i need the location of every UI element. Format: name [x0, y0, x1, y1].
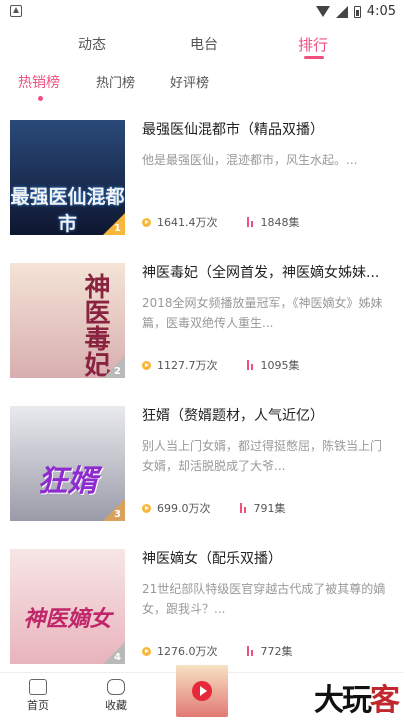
ranking-subtabs: 热销榜 热门榜 好评榜 — [0, 62, 404, 102]
book-title[interactable]: 神医嫡女（配乐双播） — [142, 549, 392, 569]
book-description: 别人当上门女婿，都过得挺憋屈，陈铁当上门女婿，却活脱脱成了大爷... — [142, 439, 383, 473]
list-item[interactable]: 神医嫡女 4 神医嫡女（配乐双播） 21世纪部队特级医官穿越古代成了被其尊的嫡女… — [0, 549, 404, 681]
status-time: 4:05 — [366, 4, 396, 19]
episode-count: 791集 — [253, 502, 286, 515]
nav-home[interactable]: 首页 — [18, 679, 58, 713]
play-count: 699.0万次 — [157, 502, 211, 515]
book-description: 他是最强医仙，混迹都市，风生水起。... — [142, 153, 358, 167]
tab-dynamic[interactable]: 动态 — [78, 34, 106, 54]
episode-icon — [246, 217, 255, 227]
play-count: 1127.7万次 — [157, 359, 218, 372]
play-icon — [192, 681, 212, 701]
tab-active-indicator — [304, 56, 324, 59]
book-title[interactable]: 最强医仙混都市（精品双播） — [142, 120, 392, 140]
episode-icon — [246, 360, 255, 370]
episode-icon — [239, 503, 248, 513]
rank-crown-icon: 4 — [101, 642, 125, 664]
list-item[interactable]: 最强医仙混都市 1 最强医仙混都市（精品双播） 他是最强医仙，混迹都市，风生水起… — [0, 120, 404, 252]
subtab-active-dot — [38, 96, 43, 101]
book-description: 2018全网女频播放量冠军，《神医嫡女》姊妹篇，医毒双绝传人重生... — [142, 296, 383, 330]
rank-crown-icon: 3 — [101, 499, 125, 521]
top-nav: 动态 电台 排行 — [0, 24, 404, 62]
status-bar: 4:05 — [0, 0, 404, 24]
book-title[interactable]: 狂婿（赘婿题材，人气近亿） — [142, 406, 392, 426]
list-item[interactable]: 神医毒妃 2 神医毒妃（全网首发，神医嫡女姊妹... 2018全网女频播放量冠军… — [0, 263, 404, 395]
book-cover[interactable]: 神医毒妃 2 — [10, 263, 125, 378]
episode-count: 1848集 — [260, 216, 300, 229]
book-cover[interactable]: 狂婿 3 — [10, 406, 125, 521]
play-count-icon — [142, 646, 151, 656]
rank-crown-icon: 2 — [101, 356, 125, 378]
book-title[interactable]: 神医毒妃（全网首发，神医嫡女姊妹... — [142, 263, 392, 283]
tab-radio[interactable]: 电台 — [190, 34, 218, 54]
signal-icon — [335, 5, 348, 18]
episode-count: 1095集 — [260, 359, 300, 372]
episode-count: 772集 — [260, 645, 293, 658]
play-count-icon — [142, 360, 151, 370]
subtab-top-rated[interactable]: 好评榜 — [170, 72, 209, 91]
subtab-bestseller[interactable]: 热销榜 — [18, 72, 60, 92]
book-description: 21世纪部队特级医官穿越古代成了被其尊的嫡女，跟我斗？... — [142, 582, 386, 616]
book-cover[interactable]: 最强医仙混都市 1 — [10, 120, 125, 235]
battery-icon — [353, 5, 361, 18]
list-item[interactable]: 狂婿 3 狂婿（赘婿题材，人气近亿） 别人当上门女婿，都过得挺憋屈，陈铁当上门女… — [0, 406, 404, 538]
bottom-nav: 首页 收藏 大玩客 — [0, 665, 404, 721]
watermark-logo: 大玩客 — [314, 683, 400, 718]
episode-icon — [246, 646, 255, 656]
nav-favorites[interactable]: 收藏 — [96, 679, 136, 713]
book-cover[interactable]: 神医嫡女 4 — [10, 549, 125, 664]
play-count-icon — [142, 503, 151, 513]
favorites-icon — [107, 679, 125, 695]
notification-icon — [10, 5, 22, 17]
rank-crown-icon: 1 — [101, 213, 125, 235]
subtab-popular[interactable]: 热门榜 — [96, 72, 135, 91]
play-count: 1641.4万次 — [157, 216, 218, 229]
play-count: 1276.0万次 — [157, 645, 218, 658]
home-icon — [29, 679, 47, 695]
tab-ranking[interactable]: 排行 — [298, 34, 328, 55]
now-playing-button[interactable] — [176, 665, 228, 717]
play-count-icon — [142, 217, 151, 227]
wifi-icon — [315, 5, 330, 18]
